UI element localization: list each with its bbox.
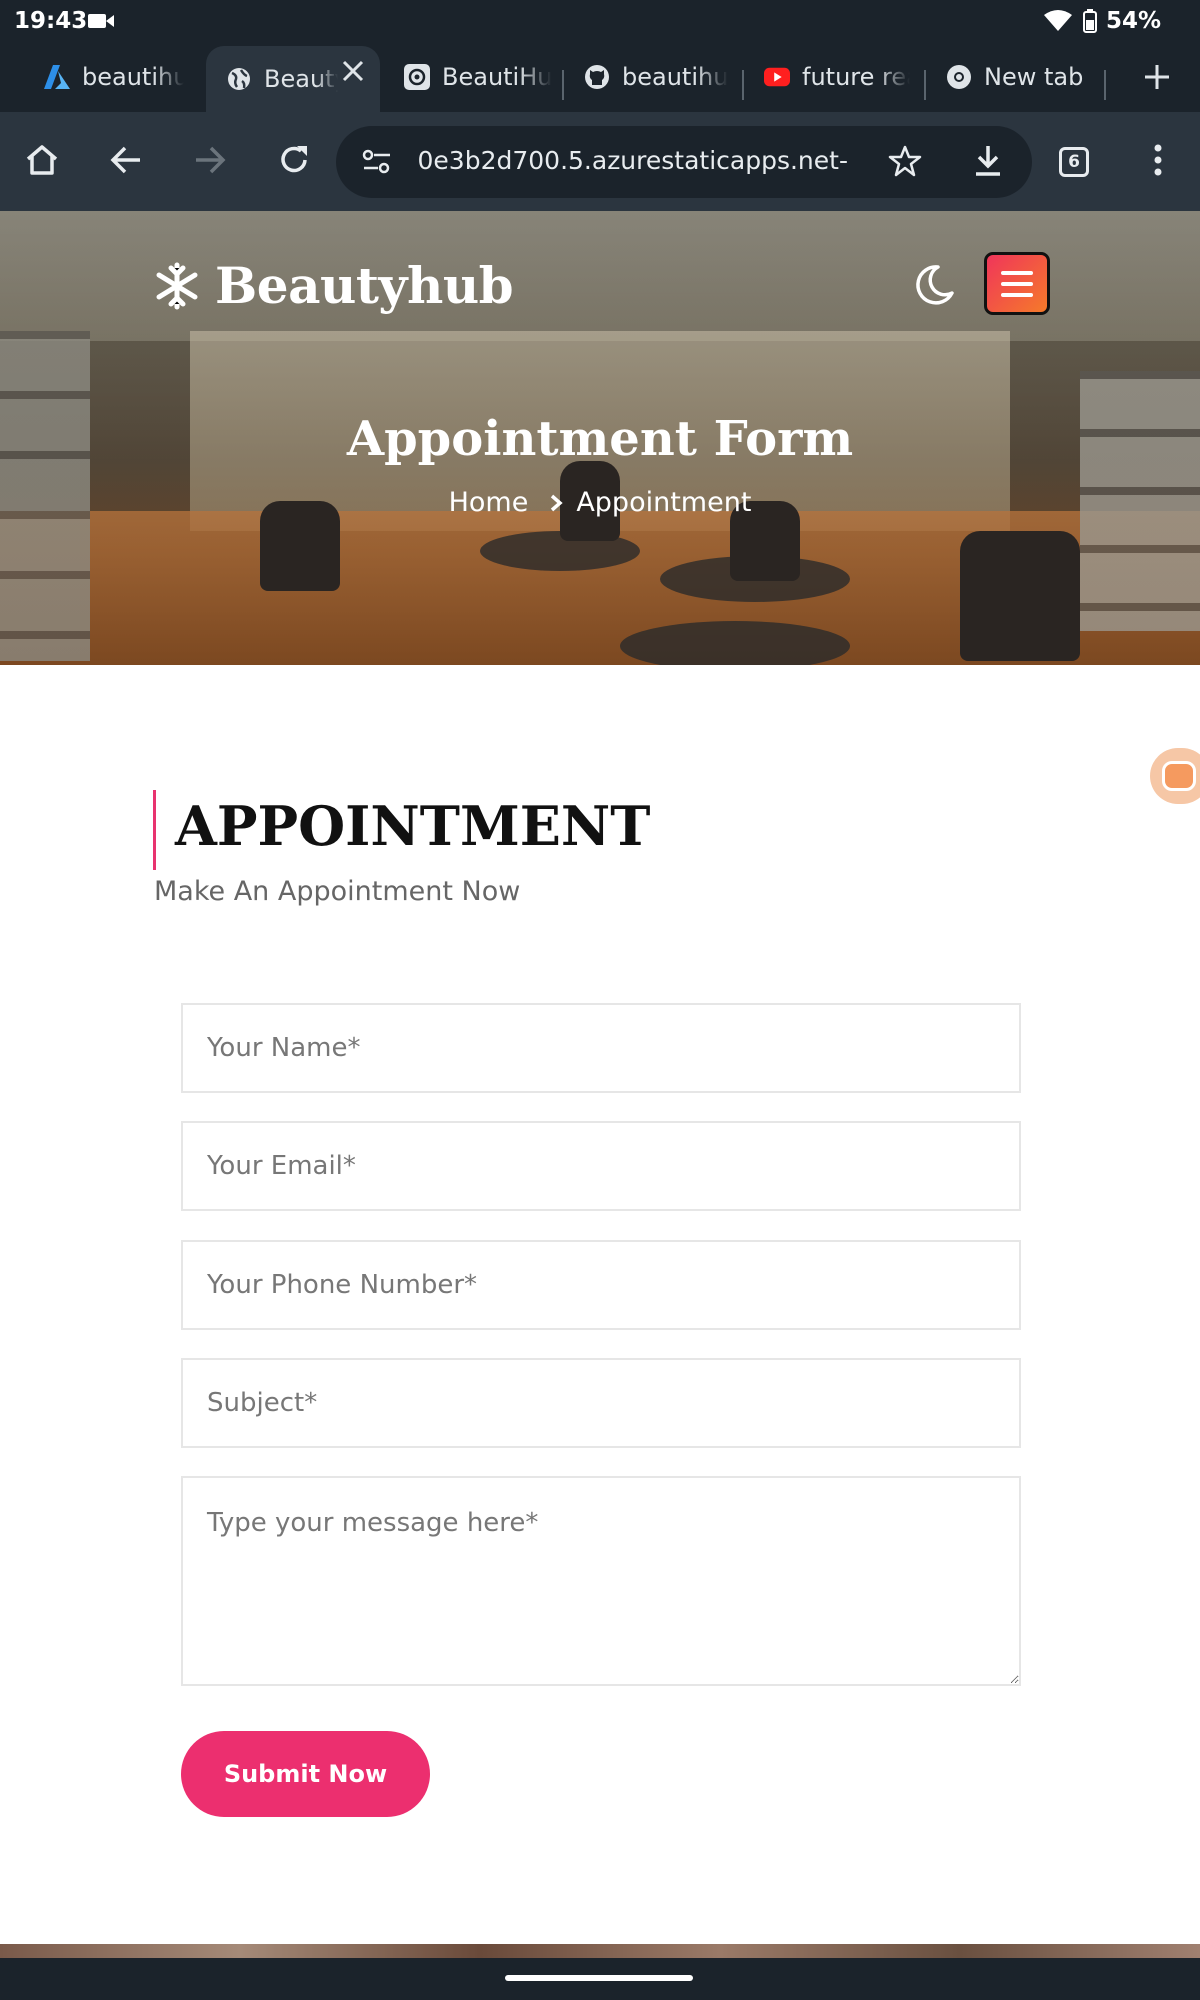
chat-icon <box>1162 761 1196 791</box>
floating-chat-button[interactable] <box>1150 748 1200 804</box>
screen-record-icon <box>88 14 114 28</box>
hero-banner: Beautyhub Appointment Form Home Appointm… <box>0 211 1200 665</box>
status-bar: 19:43 54% <box>0 0 1200 42</box>
system-navigation-bar <box>0 1958 1200 2000</box>
submit-button[interactable]: Submit Now <box>181 1731 430 1817</box>
snowflake-icon <box>156 262 198 309</box>
tab-separator <box>924 70 926 100</box>
forward-arrow-icon[interactable] <box>190 140 230 180</box>
footer-image-strip <box>0 1944 1200 1958</box>
section-title: APPOINTMENT <box>175 794 651 858</box>
browser-toolbar: -0e3b2d700.5.azurestaticapps.net <box>0 112 1200 211</box>
tab-beautihut-github[interactable]: beautihut <box>584 54 728 100</box>
breadcrumb-home-link[interactable]: Home <box>449 487 529 518</box>
openai-icon <box>404 64 430 90</box>
tab-title: future rea <box>802 63 910 91</box>
download-icon[interactable] <box>972 144 1004 178</box>
chevron-right-icon <box>551 494 563 511</box>
address-bar[interactable]: -0e3b2d700.5.azurestaticapps.net <box>336 126 1032 198</box>
tab-separator <box>742 70 744 100</box>
bookmark-star-icon[interactable] <box>888 144 922 178</box>
breadcrumb: Home Appointment <box>0 487 1200 518</box>
page-title: Appointment Form <box>346 411 854 467</box>
youtube-icon <box>764 64 790 90</box>
tab-future-youtube[interactable]: future rea <box>764 54 910 100</box>
tab-separator <box>562 70 564 100</box>
section-subtitle: Make An Appointment Now <box>154 876 521 907</box>
close-tab-icon[interactable] <box>340 58 366 84</box>
github-icon <box>584 64 610 90</box>
new-tab-plus-icon[interactable] <box>1142 54 1172 100</box>
phone-input[interactable] <box>181 1240 1021 1330</box>
home-icon[interactable] <box>22 140 62 180</box>
site-settings-icon[interactable] <box>362 148 392 176</box>
tab-title: BeautiHu <box>442 63 553 91</box>
gesture-handle[interactable] <box>505 1975 693 1981</box>
email-input[interactable] <box>181 1121 1021 1211</box>
hamburger-icon <box>1001 270 1033 297</box>
name-input[interactable] <box>181 1003 1021 1093</box>
hamburger-menu-button[interactable] <box>984 252 1050 315</box>
url-text: -0e3b2d700.5.azurestaticapps.net <box>418 146 848 175</box>
breadcrumb-current: Appointment <box>576 487 752 518</box>
tab-switcher-button[interactable]: 6 <box>1059 147 1089 177</box>
subject-input[interactable] <box>181 1358 1021 1448</box>
tab-title: beautihub <box>82 63 184 91</box>
tab-title: beautihut <box>622 63 728 91</box>
back-arrow-icon[interactable] <box>106 140 146 180</box>
battery-percent: 54% <box>1106 8 1162 34</box>
heading-accent-bar <box>153 790 156 870</box>
brand-logo[interactable]: Beautyhub <box>153 256 514 315</box>
brand-name: Beautyhub <box>215 256 514 315</box>
globe-icon <box>226 66 252 92</box>
tab-title: Beauty <box>264 65 338 93</box>
tab-strip: beautihub Beauty BeautiHu beautihut futu… <box>0 42 1200 112</box>
chrome-icon <box>946 64 972 90</box>
more-menu-icon[interactable] <box>1138 140 1178 180</box>
azure-icon <box>44 64 70 90</box>
message-textarea[interactable] <box>181 1476 1021 1686</box>
wifi-icon <box>1044 10 1072 31</box>
tab-title: New tab <box>984 63 1084 91</box>
battery-icon <box>1083 9 1097 33</box>
status-time: 19:43 <box>14 8 88 34</box>
tab-beautihub-azure[interactable]: beautihub <box>44 54 184 100</box>
tab-new-tab[interactable]: New tab <box>946 54 1106 100</box>
tab-separator <box>1104 70 1106 100</box>
tab-beautihu-chatgpt[interactable]: BeautiHu <box>404 54 554 100</box>
dark-mode-moon-icon[interactable] <box>912 263 956 307</box>
reload-icon[interactable] <box>274 140 314 180</box>
